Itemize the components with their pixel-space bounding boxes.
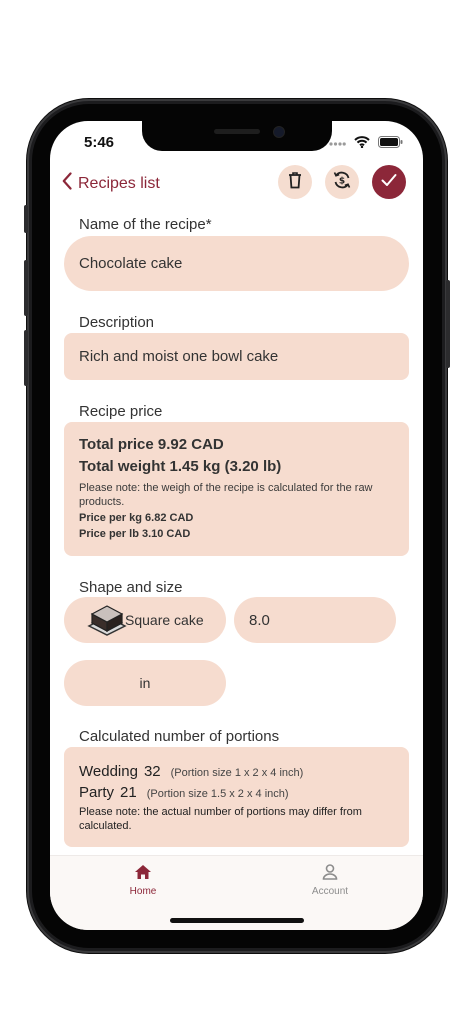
notch [142, 121, 332, 151]
chevron-left-icon [62, 172, 72, 195]
wifi-icon [354, 135, 370, 153]
home-icon [103, 864, 183, 883]
size-value: 8.0 [249, 612, 270, 629]
recipe-name-input[interactable]: Chocolate cake [64, 236, 409, 291]
back-label: Recipes list [78, 174, 160, 192]
checkmark-icon [381, 173, 397, 192]
shape-size-label: Shape and size [79, 579, 183, 596]
recipe-form: Name of the recipe* Chocolate cake Descr… [50, 207, 423, 857]
portion-name: Wedding [79, 763, 138, 780]
price-per-kg: Price per kg 6.82 CAD [79, 512, 194, 524]
person-icon [290, 864, 370, 883]
tab-home-label: Home [129, 886, 157, 897]
shape-value: Square cake [125, 612, 204, 628]
portion-name: Party [79, 784, 115, 801]
recipe-name-value: Chocolate cake [79, 255, 183, 272]
status-indicators [329, 135, 403, 153]
sync-button[interactable]: $ [325, 165, 359, 199]
tab-home[interactable]: Home [103, 864, 183, 897]
size-input[interactable]: 8.0 [234, 597, 396, 643]
price-per-lb: Price per lb 3.10 CAD [79, 528, 191, 540]
portion-row-wedding: Wedding 32 (Portion size 1 x 2 x 4 inch) [79, 763, 303, 780]
battery-icon [378, 135, 403, 153]
power-button [446, 280, 450, 368]
description-value: Rich and moist one bowl cake [79, 348, 279, 365]
save-button[interactable] [372, 165, 406, 199]
portions-note: Please note: the actual number of portio… [79, 806, 362, 832]
status-time: 5:46 [84, 134, 115, 151]
total-weight: Total weight 1.45 kg (3.20 lb) [79, 458, 282, 475]
portion-size: (Portion size 1.5 x 2 x 4 inch) [146, 788, 289, 800]
description-input[interactable]: Rich and moist one bowl cake [64, 333, 409, 380]
sync-icon: $ [332, 170, 352, 195]
volume-down-button [24, 330, 28, 386]
description-label: Description [79, 314, 155, 331]
volume-up-button [24, 260, 28, 316]
portions-label: Calculated number of portions [79, 728, 280, 745]
app-screen: 5:46 Recipes list $ Name of the recipe* … [50, 121, 423, 930]
navigation-bar: Recipes list $ [50, 165, 423, 205]
portions-card: Wedding 32 (Portion size 1 x 2 x 4 inch)… [64, 747, 409, 847]
back-button[interactable]: Recipes list [62, 172, 160, 195]
square-cake-icon [87, 602, 127, 642]
portion-count: 21 [120, 784, 137, 801]
unit-value: in [139, 675, 151, 691]
silent-switch [24, 205, 28, 233]
tab-account-label: Account [311, 886, 349, 897]
recipe-price-label: Recipe price [79, 403, 163, 420]
shape-selector[interactable]: Square cake [64, 597, 226, 643]
trash-icon [287, 171, 303, 194]
speaker [214, 129, 260, 134]
delete-button[interactable] [278, 165, 312, 199]
tab-account[interactable]: Account [290, 864, 370, 897]
svg-text:$: $ [339, 176, 345, 186]
home-indicator [170, 918, 304, 923]
portion-size: (Portion size 1 x 2 x 4 inch) [170, 767, 304, 779]
recipe-price-card: Total price 9.92 CAD Total weight 1.45 k… [64, 422, 409, 556]
total-price: Total price 9.92 CAD [79, 436, 224, 453]
portion-row-party: Party 21 (Portion size 1.5 x 2 x 4 inch) [79, 784, 289, 801]
front-camera [273, 126, 285, 138]
recipe-name-label: Name of the recipe* [79, 216, 212, 233]
unit-selector[interactable]: in [64, 660, 226, 706]
weight-note: Please note: the weigh of the recipe is … [79, 482, 373, 508]
signal-icon [329, 135, 346, 153]
portion-count: 32 [143, 763, 161, 780]
